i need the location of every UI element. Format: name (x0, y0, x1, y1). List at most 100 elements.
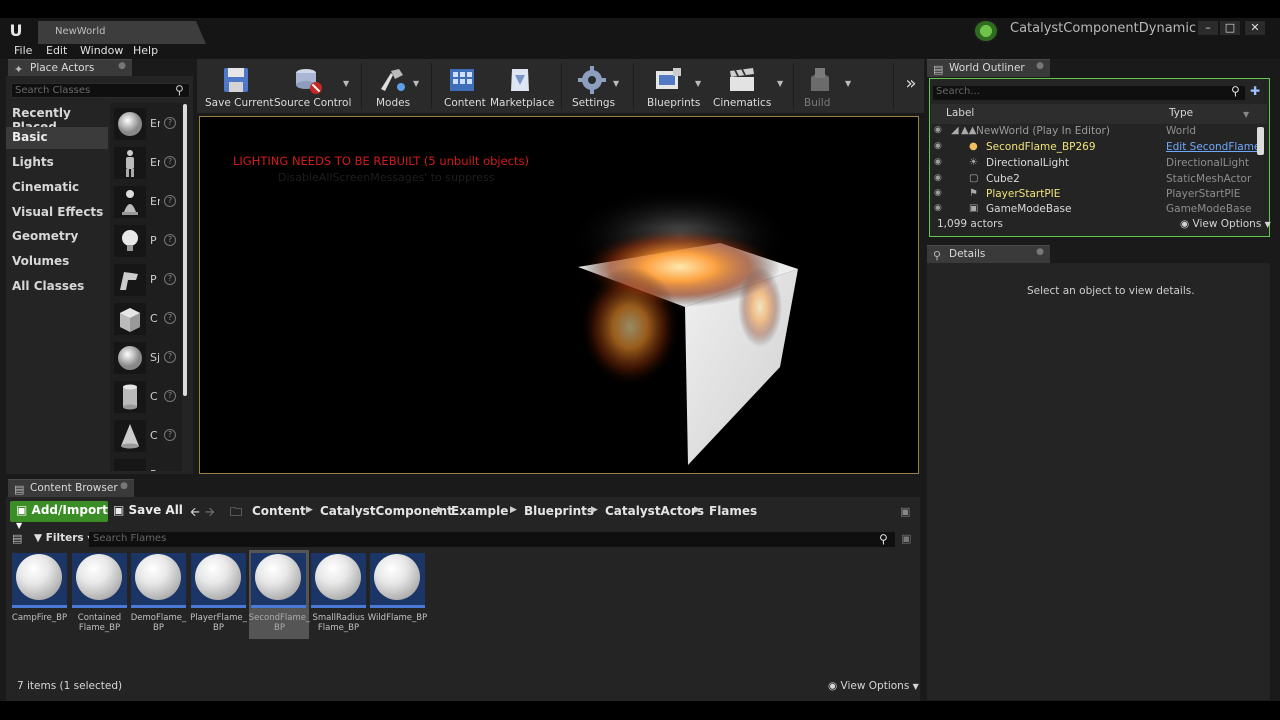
help-icon[interactable]: ? (164, 156, 176, 168)
project-status-icon[interactable] (973, 19, 999, 43)
eye-icon[interactable]: ◉ (934, 141, 942, 151)
breadcrumb-separator-icon[interactable]: ▶ (510, 505, 517, 515)
source-control-button[interactable]: Source Control ▼ (269, 59, 353, 113)
breadcrumb-item[interactable]: CatalystComponent (320, 504, 453, 518)
asset-tile[interactable]: Contained Flame_BP (72, 553, 127, 639)
content-view-options-button[interactable]: ◉ View Options ▼ (828, 680, 919, 692)
help-icon[interactable]: ? (164, 429, 176, 441)
close-tab-icon[interactable]: ● (1036, 61, 1044, 71)
category-cinematic[interactable]: Cinematic (6, 177, 108, 199)
help-icon[interactable]: ? (164, 273, 176, 285)
asset-tile[interactable]: DemoFlame_ BP (131, 553, 186, 639)
breadcrumb-separator-icon[interactable]: ▶ (306, 505, 313, 515)
column-label[interactable]: Label (946, 107, 974, 119)
edit-blueprint-link[interactable]: Edit SecondFlame (1166, 141, 1260, 153)
content-button[interactable]: Content (437, 59, 489, 113)
actor-item-cone[interactable]: C ? (110, 417, 182, 455)
menu-file[interactable]: File (14, 44, 32, 57)
save-all-button[interactable]: ▣ Save All (113, 503, 183, 517)
lock-icon[interactable]: ▣ (900, 505, 910, 518)
forward-arrow-icon[interactable]: 🡪 (205, 503, 215, 524)
category-recently-placed[interactable]: Recently Placed (6, 103, 108, 134)
chevron-down-icon[interactable]: ▼ (777, 79, 783, 88)
help-icon[interactable]: ? (164, 234, 176, 246)
breadcrumb-item[interactable]: Flames (709, 504, 757, 518)
help-icon[interactable]: ? (164, 390, 176, 402)
category-lights[interactable]: Lights (6, 152, 108, 174)
eye-icon[interactable]: ◉ (934, 125, 942, 135)
outliner-row[interactable]: ◉ ▢ Cube2 StaticMeshActor (931, 172, 1255, 188)
outliner-row[interactable]: ◉ ● SecondFlame_BP269 Edit SecondFlame (931, 140, 1260, 156)
actor-item-empty-character[interactable]: Er ? (110, 144, 182, 182)
close-tab-icon[interactable]: ● (118, 61, 126, 71)
breadcrumb-item[interactable]: Example (451, 504, 508, 518)
close-tab-icon[interactable]: ● (1036, 247, 1044, 257)
filters-button[interactable]: ▼ Filters ▼ (34, 532, 94, 544)
breadcrumb-separator-icon[interactable]: ▶ (591, 505, 598, 515)
asset-tile[interactable]: WildFlame_BP (368, 553, 427, 639)
chevron-down-icon[interactable]: ▼ (413, 79, 419, 88)
outliner-row[interactable]: ◉ ⚑ PlayerStartPIE PlayerStartPIE (931, 187, 1255, 203)
actor-list-scrollbar[interactable] (183, 104, 187, 396)
breadcrumb-separator-icon[interactable]: ▶ (437, 505, 444, 515)
outliner-row[interactable]: ◉ ◢ ▲▲ NewWorld (Play In Editor) World (931, 124, 1255, 140)
help-icon[interactable]: ? (164, 195, 176, 207)
actor-item-point-light[interactable]: P ? (110, 222, 182, 260)
outliner-row[interactable]: ◉ ☀ DirectionalLight DirectionalLight (931, 156, 1255, 172)
eye-icon[interactable]: ◉ (934, 173, 942, 183)
chevron-down-icon[interactable]: ▼ (695, 79, 701, 88)
save-search-icon[interactable]: ▣ (901, 532, 911, 545)
marketplace-button[interactable]: Marketplace (489, 59, 554, 113)
column-type[interactable]: Type (1169, 107, 1193, 119)
breadcrumb-item[interactable]: Blueprints (524, 504, 594, 518)
blueprints-button[interactable]: Blueprints ▼ (641, 59, 705, 113)
asset-tile[interactable]: CampFire_BP (12, 553, 67, 639)
actor-item-cylinder[interactable]: C ? (110, 378, 182, 416)
chevron-down-icon[interactable]: ▼ (1243, 110, 1249, 119)
close-tab-icon[interactable]: ● (120, 481, 128, 491)
outliner-search-input[interactable]: Search... (933, 86, 1245, 100)
menu-edit[interactable]: Edit (46, 44, 67, 57)
breadcrumb-separator-icon[interactable]: ▶ (694, 505, 701, 515)
settings-button[interactable]: Settings ▼ (567, 59, 625, 113)
modes-button[interactable]: Modes ▼ (367, 59, 425, 113)
asset-tile-selected[interactable]: SecondFlame_ BP (249, 550, 310, 639)
add-import-button[interactable]: ▣ Add/Import ▼ (10, 501, 108, 530)
asset-tile[interactable]: PlayerFlame_ BP (190, 553, 247, 639)
add-folder-icon[interactable]: ✚ (1250, 84, 1260, 98)
actor-item-plane[interactable]: P (110, 456, 182, 471)
chevron-down-icon[interactable]: ▼ (613, 79, 619, 88)
outliner-scrollbar[interactable] (1257, 127, 1264, 155)
category-volumes[interactable]: Volumes (6, 251, 108, 273)
build-button[interactable]: Build ▼ (799, 59, 851, 113)
category-all-classes[interactable]: All Classes (6, 276, 108, 298)
tab-details[interactable]: ⚲ Details ● (927, 245, 1050, 263)
outliner-view-options-button[interactable]: ◉ View Options ▼ (1180, 218, 1271, 230)
actor-item-cube[interactable]: C ? (110, 300, 182, 338)
asset-tile[interactable]: SmallRadius Flame_BP (311, 553, 366, 639)
category-geometry[interactable]: Geometry (6, 226, 108, 248)
actor-item-sphere[interactable]: Sj ? (110, 339, 182, 377)
level-viewport[interactable] (199, 116, 919, 474)
breadcrumb-item[interactable]: Content (252, 504, 306, 518)
eye-icon[interactable]: ◉ (934, 157, 942, 167)
chevron-down-icon[interactable]: ▼ (845, 79, 851, 88)
chevron-down-icon[interactable]: ▼ (343, 79, 349, 88)
level-tab[interactable]: NewWorld (38, 21, 206, 44)
breadcrumb-item[interactable]: CatalystActors (605, 504, 704, 518)
outliner-row[interactable]: ◉ ▣ GameModeBase GameModeBase (931, 202, 1255, 212)
back-arrow-icon[interactable]: 🡨 (190, 503, 200, 524)
expand-arrow-icon[interactable]: ◢ (951, 125, 959, 136)
search-classes-input[interactable]: Search Classes (11, 83, 190, 98)
cinematics-button[interactable]: Cinematics ▼ (709, 59, 785, 113)
menu-window[interactable]: Window (80, 44, 123, 57)
tab-place-actors[interactable]: ✦ Place Actors ● (8, 59, 132, 77)
close-button[interactable]: ✕ (1245, 21, 1265, 35)
tab-world-outliner[interactable]: ▤ World Outliner ● (927, 59, 1050, 77)
help-icon[interactable]: ? (164, 312, 176, 324)
maximize-button[interactable]: □ (1220, 21, 1240, 35)
menu-help[interactable]: Help (133, 44, 158, 57)
category-visual-effects[interactable]: Visual Effects (6, 202, 108, 224)
help-icon[interactable]: ? (164, 117, 176, 129)
tab-content-browser[interactable]: ▤ Content Browser ● (8, 479, 134, 497)
